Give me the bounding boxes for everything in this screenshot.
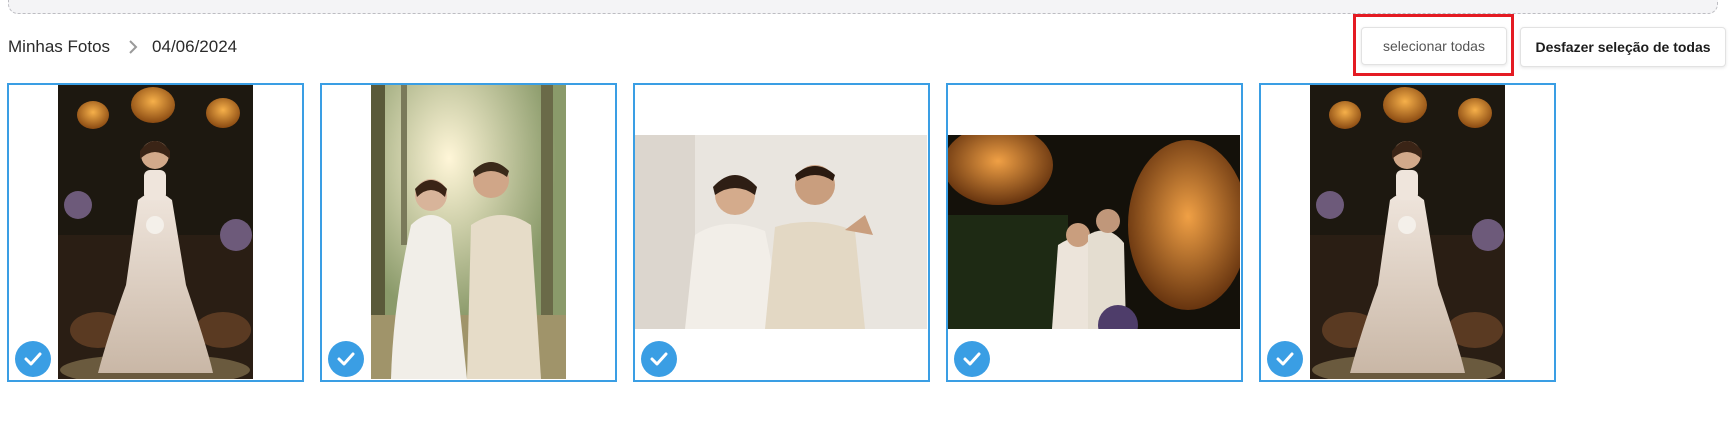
- photo-card[interactable]: [946, 83, 1243, 382]
- breadcrumb: Minhas Fotos 04/06/2024: [8, 36, 237, 58]
- photo-card[interactable]: [1259, 83, 1556, 382]
- chevron-right-icon: [120, 39, 146, 55]
- gallery-page: Minhas Fotos 04/06/2024 selecionar todas…: [0, 0, 1731, 428]
- deselect-all-button[interactable]: Desfazer seleção de todas: [1520, 27, 1726, 67]
- photo-thumbnail: [1310, 85, 1505, 379]
- checkmark-icon[interactable]: [954, 341, 990, 377]
- checkmark-icon[interactable]: [1267, 341, 1303, 377]
- photo-thumbnail: [635, 135, 927, 329]
- checkmark-icon[interactable]: [328, 341, 364, 377]
- breadcrumb-root-link[interactable]: Minhas Fotos: [8, 37, 110, 57]
- photo-thumbnail: [58, 85, 253, 379]
- upload-dropzone[interactable]: [8, 0, 1718, 14]
- select-all-button[interactable]: selecionar todas: [1361, 27, 1507, 65]
- checkmark-icon[interactable]: [641, 341, 677, 377]
- checkmark-icon[interactable]: [15, 341, 51, 377]
- breadcrumb-current: 04/06/2024: [152, 37, 238, 56]
- photo-thumbnail: [948, 135, 1240, 329]
- photo-thumbnail: [371, 85, 566, 379]
- photo-card[interactable]: [633, 83, 930, 382]
- photo-card[interactable]: [320, 83, 617, 382]
- photo-card[interactable]: [7, 83, 304, 382]
